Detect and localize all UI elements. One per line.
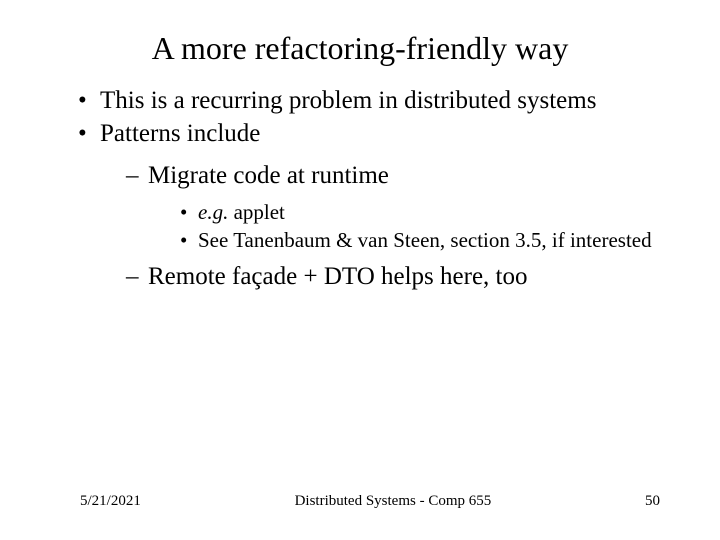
bullet-item: Remote façade + DTO helps here, too [126,261,660,292]
bullet-item: Patterns include Migrate code at runtime… [78,118,660,292]
bullet-text: applet [228,200,285,224]
bullet-item: See Tanenbaum & van Steen, section 3.5, … [180,227,660,253]
bullet-list-level2: Migrate code at runtime e.g. applet See … [100,160,660,293]
footer-date: 5/21/2021 [80,493,141,510]
bullet-item: This is a recurring problem in distribut… [78,85,660,116]
bullet-text: Patterns include [100,120,260,147]
bullet-item: Migrate code at runtime e.g. applet See … [126,160,660,254]
bullet-text: Remote façade + DTO helps here, too [148,263,527,290]
slide-title: A more refactoring-friendly way [60,30,660,67]
slide-footer: 5/21/2021 Distributed Systems - Comp 655… [0,493,720,510]
bullet-text-italic: e.g. [198,200,228,224]
footer-page-number: 50 [645,493,660,510]
bullet-list-level3: e.g. applet See Tanenbaum & van Steen, s… [148,199,660,254]
bullet-list-level1: This is a recurring problem in distribut… [60,85,660,293]
bullet-text: This is a recurring problem in distribut… [100,87,596,114]
bullet-item: e.g. applet [180,199,660,225]
bullet-text: Migrate code at runtime [148,162,389,189]
footer-course: Distributed Systems - Comp 655 [141,493,645,510]
slide: A more refactoring-friendly way This is … [0,0,720,540]
bullet-text: See Tanenbaum & van Steen, section 3.5, … [198,228,652,252]
slide-content: This is a recurring problem in distribut… [60,85,660,293]
